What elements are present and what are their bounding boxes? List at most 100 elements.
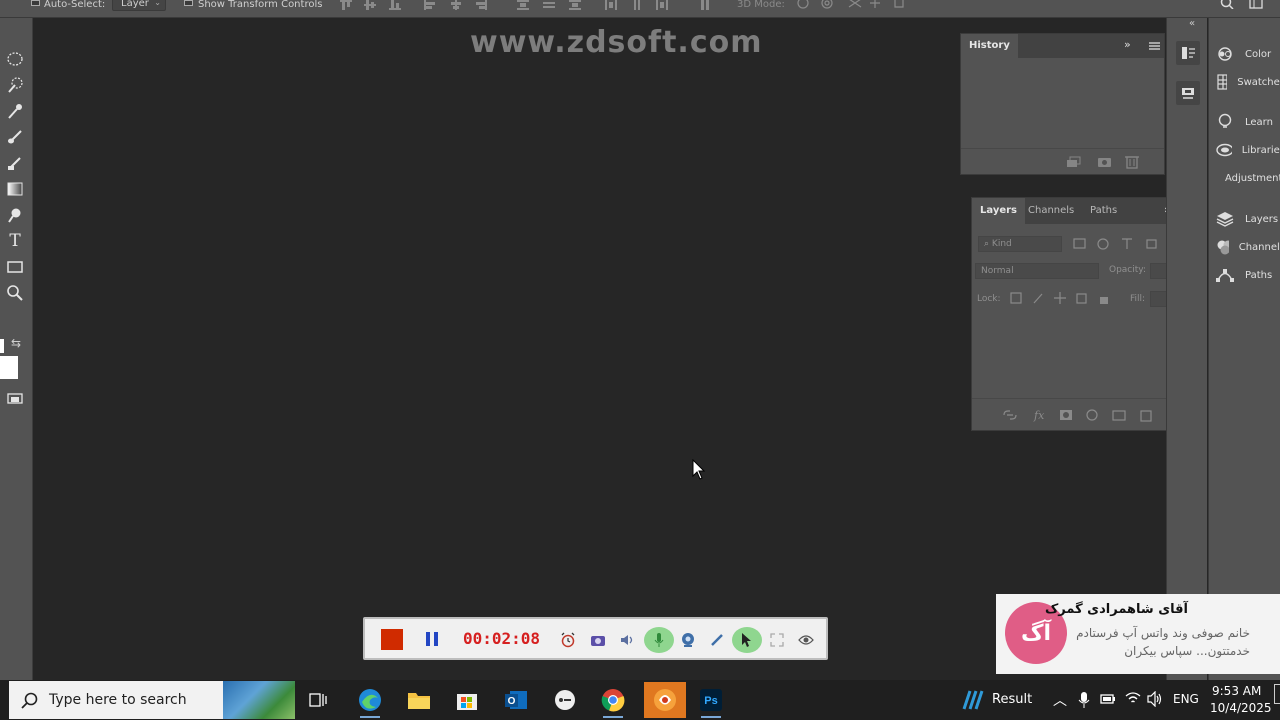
tab-history[interactable]: History <box>961 34 1018 58</box>
taskbar-screen-recorder[interactable] <box>644 682 686 718</box>
type-tool[interactable]: T <box>3 230 27 252</box>
new-document-from-state-icon[interactable] <box>1065 155 1081 169</box>
preview-eye-button[interactable] <box>795 629 817 651</box>
collapse-panel-icon[interactable]: » <box>1124 38 1131 51</box>
align-top-icon[interactable] <box>340 0 352 10</box>
running-indicator <box>701 716 721 718</box>
clock-time[interactable]: 9:53 AM <box>1212 684 1261 698</box>
fullscreen-button[interactable] <box>766 629 788 651</box>
3d-pan-icon <box>848 0 862 8</box>
tab-channels[interactable]: Channels <box>1020 198 1082 224</box>
webcam-button[interactable] <box>677 629 699 651</box>
layer-filter-kind[interactable]: ⌕ Kind <box>978 236 1062 252</box>
align-right-icon[interactable] <box>475 0 487 10</box>
stamp-icon <box>8 157 21 170</box>
history-icon <box>1182 47 1195 59</box>
cursor-highlight-button[interactable] <box>732 627 762 653</box>
taskbar-search-box[interactable]: Type here to search <box>9 681 295 719</box>
eyedropper-icon <box>8 104 22 119</box>
dodge-tool[interactable] <box>3 204 27 226</box>
type-icon: T <box>9 231 21 251</box>
clock-date[interactable]: 10/4/2025 <box>1210 701 1272 715</box>
distribute-left-icon[interactable] <box>605 0 617 10</box>
distribute-bottom-icon[interactable] <box>569 0 581 10</box>
speaker-button[interactable] <box>616 629 638 651</box>
delete-trash-icon[interactable] <box>1125 154 1139 169</box>
auto-select-target-dropdown[interactable]: Layer ⌄ <box>112 0 166 11</box>
align-vcenter-icon[interactable] <box>364 0 376 10</box>
alarm-clock-button[interactable] <box>557 629 579 651</box>
learn-panel-button[interactable]: Learn <box>1215 110 1280 134</box>
distribute-vcenter-icon[interactable] <box>543 0 555 10</box>
clone-stamp-tool[interactable] <box>3 152 27 174</box>
distribute-spacing-icon[interactable] <box>699 0 711 10</box>
taskbar-outlook[interactable]: O <box>498 682 534 718</box>
workspace-icon[interactable] <box>1249 0 1263 9</box>
swap-colors-icon[interactable]: ⇆ <box>11 336 21 350</box>
color-panel-button[interactable]: Color <box>1215 42 1280 66</box>
screen-mode-button[interactable] <box>3 388 27 410</box>
taskbar-edge[interactable] <box>352 682 388 718</box>
task-view-button[interactable] <box>300 682 336 718</box>
cursor-icon <box>742 633 751 647</box>
input-language[interactable]: ENG <box>1173 692 1199 706</box>
taskbar-media-app[interactable] <box>547 682 583 718</box>
libraries-panel-button[interactable]: Libraries <box>1215 138 1280 162</box>
notifications-button[interactable] <box>1274 684 1280 704</box>
3d-slide-icon <box>870 0 880 8</box>
search-icon[interactable] <box>1220 0 1234 9</box>
notification-title: آقای شاهمرادی گمرک <box>1044 602 1188 617</box>
show-hidden-icons-chevron-icon[interactable]: ︿ <box>1053 690 1067 710</box>
align-left-icon[interactable] <box>424 0 436 10</box>
collapse-dock-icon[interactable]: « <box>1189 18 1195 29</box>
layers-panel-button[interactable]: Layers <box>1215 207 1280 231</box>
3d-orbit-icon <box>797 0 809 9</box>
quick-selection-tool[interactable] <box>3 74 27 96</box>
tab-layers[interactable]: Layers <box>972 198 1025 224</box>
weather-icon[interactable] <box>960 689 984 711</box>
running-indicator <box>360 716 380 718</box>
swatches-panel-button[interactable]: Swatches <box>1215 70 1280 94</box>
auto-select-checkbox[interactable] <box>31 0 40 6</box>
stop-recording-button[interactable] <box>381 629 403 650</box>
screenshot-camera-button[interactable] <box>587 629 609 651</box>
properties-dock-button[interactable] <box>1176 81 1200 105</box>
eyedropper-tool[interactable] <box>3 100 27 122</box>
show-transform-checkbox[interactable] <box>184 0 193 6</box>
brush-tool[interactable] <box>3 126 27 148</box>
microphone-tray-icon[interactable] <box>1078 692 1090 708</box>
gradient-tool[interactable] <box>3 178 27 200</box>
weather-label[interactable]: Result <box>992 692 1032 707</box>
battery-icon[interactable] <box>1100 693 1116 705</box>
channels-panel-button[interactable]: Channels <box>1215 235 1280 259</box>
adjustments-panel-button[interactable]: Adjustments <box>1215 166 1280 190</box>
zoom-tool[interactable] <box>3 282 27 304</box>
align-hcenter-icon[interactable] <box>450 0 462 10</box>
taskbar-chrome[interactable] <box>595 682 631 718</box>
rectangle-tool[interactable] <box>3 256 27 278</box>
snapshot-camera-icon[interactable] <box>1097 155 1113 169</box>
panel-menu-icon[interactable] <box>1149 42 1160 50</box>
pause-recording-button[interactable] <box>426 632 438 646</box>
history-dock-button[interactable] <box>1176 41 1200 65</box>
tab-paths[interactable]: Paths <box>1082 198 1125 224</box>
taskbar-file-explorer[interactable] <box>401 682 437 718</box>
distribute-right-icon[interactable] <box>656 0 668 10</box>
draw-pen-button[interactable] <box>706 629 728 651</box>
align-bottom-icon[interactable] <box>389 0 401 10</box>
foreground-color-swatch[interactable] <box>0 339 4 353</box>
distribute-hcenter-icon[interactable] <box>631 0 643 10</box>
distribute-top-icon[interactable] <box>517 0 529 10</box>
blend-mode-dropdown[interactable]: Normal <box>975 263 1099 279</box>
volume-icon[interactable] <box>1147 691 1163 707</box>
paths-panel-button[interactable]: Paths <box>1215 263 1280 287</box>
background-color-swatch[interactable] <box>0 356 18 379</box>
microphone-button[interactable] <box>644 627 674 653</box>
wifi-icon[interactable] <box>1125 691 1141 705</box>
layer-style-fx-icon: fx <box>1033 409 1045 422</box>
taskbar-store[interactable] <box>449 682 485 718</box>
whatsapp-notification[interactable]: آگ آقای شاهمرادی گمرک خانم صوفی وند واتس… <box>996 594 1280 674</box>
layers-panel-label: Layers <box>1245 213 1279 225</box>
elliptical-marquee-tool[interactable] <box>3 48 27 70</box>
taskbar-photoshop[interactable]: Ps <box>693 682 729 718</box>
